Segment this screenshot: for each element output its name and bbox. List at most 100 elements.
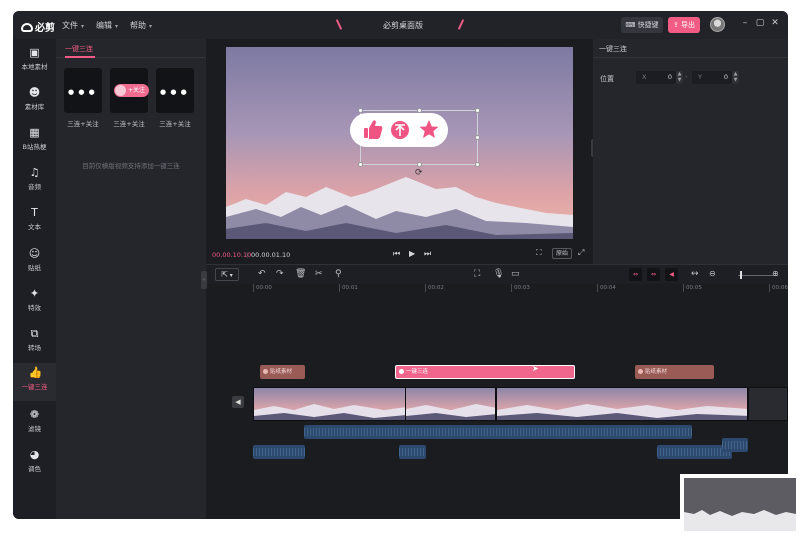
sidebar-item-text[interactable]: T 文本 bbox=[13, 203, 56, 241]
resize-handle[interactable] bbox=[475, 108, 480, 113]
audio-clip-4[interactable] bbox=[722, 438, 748, 452]
thumbs-up-icon bbox=[399, 369, 404, 374]
sidebar-item-filter[interactable]: ❁ 滤镜 bbox=[13, 405, 56, 443]
sidebar-item-audio[interactable]: ♫ 音频 bbox=[13, 163, 56, 201]
position-y-field[interactable]: Y0 bbox=[692, 71, 732, 84]
menu-edit[interactable]: 编辑 ▾ bbox=[96, 20, 118, 31]
sidebar-item-color[interactable]: ◕ 调色 bbox=[13, 445, 56, 483]
audio-clip-2[interactable] bbox=[399, 445, 426, 459]
ruler-tick bbox=[769, 284, 770, 292]
star-icon bbox=[419, 120, 439, 138]
audio-toggle-icon[interactable]: ◀ bbox=[665, 268, 678, 281]
resize-handle[interactable] bbox=[475, 162, 480, 167]
collapse-left-handle[interactable]: ‹ bbox=[201, 271, 207, 289]
app-logo: 必剪 bbox=[21, 19, 55, 34]
resize-handle[interactable] bbox=[475, 135, 480, 140]
undo-icon[interactable]: ↶ bbox=[258, 269, 266, 279]
y-value: 0 bbox=[723, 73, 728, 81]
video-clip-3[interactable] bbox=[496, 387, 748, 421]
folder-upload-icon: ▣ bbox=[29, 46, 40, 59]
sticker-icon bbox=[638, 369, 643, 374]
position-x-field[interactable]: X0 bbox=[636, 71, 676, 84]
video-clip-2[interactable] bbox=[405, 387, 496, 421]
avatar-circle-icon bbox=[115, 85, 126, 96]
play-icon[interactable]: ▶ bbox=[409, 249, 415, 258]
sanlian-tile-3[interactable]: ● ● ● bbox=[156, 68, 194, 113]
tile-label: 三连+关注 bbox=[159, 120, 191, 128]
fullscreen-icon[interactable]: ⤢ bbox=[578, 248, 584, 258]
link-toggle-icon[interactable]: ⇔ bbox=[629, 268, 642, 281]
thumbs-up-icon: 👍 bbox=[28, 366, 43, 379]
camera-icon[interactable]: ▭ bbox=[511, 269, 520, 279]
zoom-out-icon[interactable]: ⊖ bbox=[709, 269, 716, 278]
microphone-icon[interactable]: 🎙 bbox=[493, 269, 504, 279]
audio-clip-3[interactable] bbox=[657, 445, 732, 459]
fit-width-icon[interactable]: ↔ bbox=[691, 269, 699, 279]
menu-help[interactable]: 帮助 ▾ bbox=[130, 20, 152, 31]
sidebar-item-library[interactable]: ☻ 素材库 bbox=[13, 83, 56, 121]
sidebar-item-one-click-sanlian[interactable]: 👍 一键三连 bbox=[13, 363, 56, 401]
timeline-ruler[interactable]: 00:00 00:01 00:02 00:03 00:04 00:05 00:0… bbox=[253, 284, 788, 294]
split-icon[interactable]: ✂ bbox=[315, 269, 323, 279]
text-icon: T bbox=[31, 206, 38, 219]
sanlian-tile-2[interactable]: +关注 bbox=[110, 68, 149, 113]
timeline-toolbar: ⇱ ▾ ↶ ↷ 🗑 ✂ ⚲ ⛶ 🎙 ▭ ⇔ ⇔ ◀ ↔ ⊖ ⊕ bbox=[206, 264, 788, 284]
ruler-tick bbox=[683, 284, 684, 292]
preview-canvas[interactable]: ⟳ bbox=[226, 47, 573, 239]
sanlian-clip[interactable]: 一键三连 bbox=[395, 365, 575, 379]
capture-icon[interactable]: ⛶ bbox=[474, 269, 480, 279]
sanlian-preview-icon: ● ● ● bbox=[68, 88, 96, 96]
palette-icon: ◕ bbox=[29, 448, 40, 461]
filter-icon: ❁ bbox=[29, 408, 40, 421]
properties-tab[interactable]: 一键三连 bbox=[599, 44, 627, 54]
sidebar-item-label: 贴纸 bbox=[28, 264, 41, 272]
menu-file[interactable]: 文件 ▾ bbox=[62, 20, 84, 31]
redo-icon[interactable]: ↷ bbox=[276, 269, 284, 279]
y-stepper[interactable]: ▲ ▼ bbox=[732, 71, 739, 84]
snap-toggle-icon[interactable]: ⇔ bbox=[647, 268, 660, 281]
pin-icon[interactable]: ⚲ bbox=[335, 269, 342, 279]
audio-clip-1[interactable] bbox=[253, 445, 305, 459]
sidebar-item-effects[interactable]: ✦ 特效 bbox=[13, 284, 56, 322]
library-tab[interactable]: 一键三连 bbox=[65, 44, 93, 54]
shortcut-button[interactable]: ⌨ 快捷键 bbox=[621, 17, 663, 33]
sticker-clip-2[interactable]: 贴纸素材 bbox=[635, 365, 714, 379]
x-stepper[interactable]: ▲ ▼ bbox=[676, 71, 683, 84]
sanlian-overlay-icons bbox=[364, 120, 439, 139]
sanlian-tile-1[interactable]: ● ● ● bbox=[64, 68, 102, 113]
close-icon[interactable]: ✕ bbox=[769, 18, 781, 28]
sidebar-item-bilibili-memes[interactable]: ▦ B站热梗 bbox=[13, 123, 56, 161]
sanlian-overlay[interactable] bbox=[350, 113, 448, 147]
transition-icon: ⧉ bbox=[30, 327, 39, 340]
skip-back-icon[interactable]: ⏮ bbox=[393, 249, 400, 259]
active-tab-underline bbox=[65, 56, 95, 58]
user-avatar[interactable] bbox=[710, 17, 725, 32]
clip-label: 贴纸素材 bbox=[645, 369, 668, 375]
resize-handle[interactable] bbox=[358, 162, 363, 167]
sidebar-item-local-media[interactable]: ▣ 本地素材 bbox=[13, 43, 56, 81]
delete-icon[interactable]: 🗑 bbox=[295, 269, 306, 279]
tile-label: 三连+关注 bbox=[113, 120, 145, 128]
rotate-icon[interactable]: ⟳ bbox=[415, 168, 423, 178]
video-clip-1[interactable] bbox=[253, 387, 406, 421]
zoom-in-icon[interactable]: ⊕ bbox=[772, 269, 779, 278]
zoom-slider-handle[interactable] bbox=[740, 271, 742, 279]
sidebar-item-label: 特效 bbox=[28, 304, 41, 312]
export-label: 导出 bbox=[681, 21, 696, 29]
clip-label: 贴纸素材 bbox=[270, 369, 293, 375]
select-tool-dropdown[interactable]: ⇱ ▾ bbox=[215, 268, 239, 281]
skip-forward-icon[interactable]: ⏭ bbox=[424, 249, 431, 259]
sidebar-item-transition[interactable]: ⧉ 转场 bbox=[13, 324, 56, 362]
divider bbox=[593, 57, 788, 58]
minimize-icon[interactable]: – bbox=[739, 18, 751, 28]
export-button[interactable]: ⇪ 导出 bbox=[668, 17, 700, 33]
track-volume-icon[interactable]: ◀ bbox=[232, 396, 244, 408]
original-ratio-button[interactable]: 原始 bbox=[552, 248, 572, 259]
sidebar-item-sticker[interactable]: ☺ 贴纸 bbox=[13, 244, 56, 282]
crop-icon[interactable]: ⛶ bbox=[536, 248, 542, 258]
audio-clip-main[interactable] bbox=[304, 425, 692, 439]
sticker-clip-1[interactable]: 贴纸素材 bbox=[260, 365, 305, 379]
resize-handle[interactable] bbox=[417, 162, 422, 167]
maximize-icon[interactable]: ▢ bbox=[754, 18, 766, 28]
cursor-icon: ⇱ bbox=[221, 270, 228, 279]
